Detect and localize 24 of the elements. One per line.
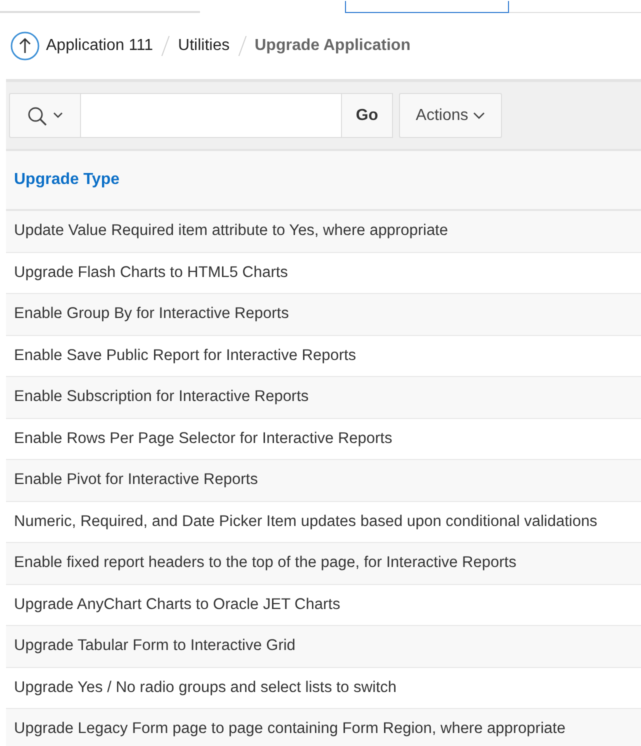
table-cell: Numeric, Required, and Date Picker Item updates based upon conditional validations (14, 512, 598, 531)
actions-button[interactable]: Actions (399, 93, 502, 138)
table-cell: Upgrade Tabular Form to Interactive Grid (14, 637, 296, 656)
current-page-title: Upgrade Application (254, 37, 410, 55)
search-icon (27, 106, 47, 126)
table-cell: Enable Pivot for Interactive Reports (14, 471, 258, 490)
go-button[interactable]: Go (341, 93, 393, 138)
table-cell: Upgrade Flash Charts to HTML5 Charts (14, 264, 288, 282)
breadcrumb-link[interactable]: Utilities (178, 37, 230, 55)
table-cell: Enable Group By for Interactive Reports (14, 305, 289, 324)
caret-icon (473, 112, 486, 120)
table-cell: Enable Subscription for Interactive Reports (14, 388, 309, 406)
table-cell: Enable Rows Per Page Selector for Interactive Reports (14, 430, 392, 448)
table-cell: Upgrade Yes / No radio groups and select lists to switch (14, 678, 397, 697)
caret-icon (53, 112, 63, 119)
table-cell: Upgrade AnyChart Charts to Oracle JET Charts (14, 596, 340, 614)
table-cell: Enable fixed report headers to the top of the page, for Interactive Reports (14, 554, 516, 572)
table-cell: Update Value Required item attribute to Yes, where appropriate (14, 222, 448, 240)
breadcrumb-link[interactable]: Application 111 (46, 37, 154, 55)
table-cell: Upgrade Legacy Form page to page containing Form Region, where appropriate (14, 720, 566, 738)
column-header[interactable]: Upgrade Type (14, 171, 120, 189)
search-menu-button[interactable] (9, 93, 81, 138)
table-cell: Enable Save Public Report for Interactive Reports (14, 346, 356, 365)
search-field[interactable] (81, 93, 341, 138)
